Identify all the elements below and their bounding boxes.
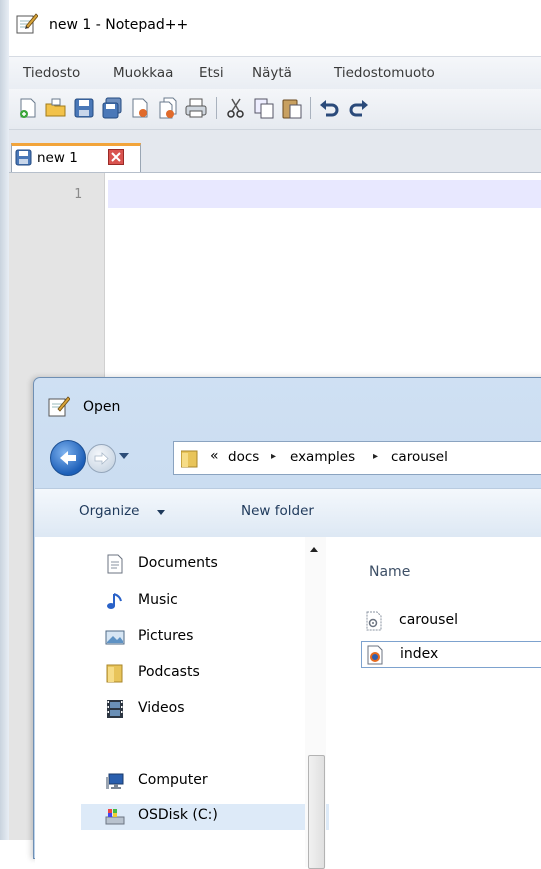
toolbar: [9, 89, 541, 130]
nav-item-label: Computer: [138, 772, 208, 788]
documents-icon: [107, 554, 123, 574]
nav-item-documents[interactable]: Documents: [105, 552, 315, 578]
nav-item-computer[interactable]: Computer: [105, 769, 315, 795]
cut-icon[interactable]: [224, 96, 248, 120]
nav-item-label: Pictures: [138, 628, 194, 644]
menu-tiedostomuoto[interactable]: Tiedostomuoto: [334, 65, 435, 81]
breadcrumb-examples[interactable]: examples: [290, 449, 355, 465]
menu-muokkaa[interactable]: Muokkaa: [113, 65, 173, 81]
toolbar-separator: [216, 97, 217, 119]
dialog-title: Open: [83, 399, 121, 415]
print-icon[interactable]: [184, 96, 208, 120]
folder-icon: [181, 450, 198, 468]
open-dialog: Open « docs ▸ examples ▸ carousel Organi…: [33, 377, 541, 869]
tab-close-icon[interactable]: [108, 149, 124, 165]
close-all-icon[interactable]: [156, 96, 180, 120]
forward-arrow-icon: [94, 452, 109, 465]
column-header-name[interactable]: Name: [369, 564, 410, 580]
saved-file-icon: [15, 149, 32, 166]
back-arrow-icon: [60, 451, 76, 465]
menu-nayta[interactable]: Näytä: [252, 65, 292, 81]
new-file-icon[interactable]: [16, 96, 40, 120]
menu-etsi[interactable]: Etsi: [199, 65, 224, 81]
navigation-scrollbar[interactable]: [305, 537, 326, 869]
html-file-icon: [367, 645, 383, 665]
breadcrumb-separator[interactable]: ▸: [373, 451, 378, 462]
scroll-up-arrow-icon[interactable]: [310, 547, 318, 552]
videos-icon: [107, 700, 123, 718]
redo-icon[interactable]: [346, 96, 370, 120]
command-bar: Organize New folder: [35, 488, 541, 538]
file-list: Name carousel index: [332, 537, 541, 867]
tab-new-1[interactable]: new 1: [11, 143, 141, 172]
window-edge: [0, 0, 9, 840]
nav-item-podcasts[interactable]: Podcasts: [105, 661, 315, 687]
back-button[interactable]: [50, 440, 86, 476]
address-bar[interactable]: « docs ▸ examples ▸ carousel: [173, 441, 541, 475]
nav-item-label: OSDisk (C:): [138, 807, 218, 823]
save-all-icon[interactable]: [100, 96, 124, 120]
line-number: 1: [74, 187, 82, 202]
nav-item-label: Videos: [138, 700, 185, 716]
file-name: carousel: [399, 612, 458, 628]
nav-item-videos[interactable]: Videos: [105, 697, 315, 723]
breadcrumb-separator[interactable]: ▸: [271, 451, 276, 462]
pictures-icon: [105, 630, 125, 645]
current-line-highlight: [108, 180, 541, 208]
breadcrumb-docs[interactable]: docs: [228, 449, 259, 465]
nav-item-pictures[interactable]: Pictures: [105, 625, 315, 651]
tab-bar: new 1: [9, 130, 541, 173]
notepad-app-icon: [48, 396, 70, 417]
breadcrumb-overflow[interactable]: «: [210, 448, 219, 464]
folder-icon: [106, 664, 123, 683]
tab-label: new 1: [37, 150, 78, 166]
organize-dropdown-icon[interactable]: [157, 510, 165, 515]
navigation-pane: Documents Music Pictures Podcasts Videos…: [35, 537, 333, 869]
forward-button[interactable]: [87, 444, 116, 473]
music-icon: [107, 593, 122, 609]
save-icon[interactable]: [72, 96, 96, 120]
nav-item-label: Documents: [138, 555, 218, 571]
nav-item-label: Music: [138, 592, 178, 608]
file-item-index[interactable]: index: [361, 641, 541, 668]
nav-item-osdisk[interactable]: OSDisk (C:): [81, 804, 329, 830]
nav-item-label: Podcasts: [138, 664, 200, 680]
window-title: new 1 - Notepad++: [49, 17, 189, 33]
drive-icon: [105, 809, 125, 825]
computer-icon: [106, 773, 124, 789]
settings-file-icon: [366, 611, 382, 631]
menu-tiedosto[interactable]: Tiedosto: [23, 65, 80, 81]
notepad-app-icon: [16, 13, 38, 34]
nav-item-music[interactable]: Music: [105, 589, 315, 615]
new-folder-button[interactable]: New folder: [241, 503, 314, 519]
recent-locations-dropdown[interactable]: [119, 453, 129, 459]
paste-icon[interactable]: [280, 96, 304, 120]
undo-icon[interactable]: [318, 96, 342, 120]
file-item-carousel[interactable]: carousel: [361, 608, 541, 635]
toolbar-separator: [310, 97, 311, 119]
close-icon[interactable]: [128, 96, 152, 120]
titlebar: new 1 - Notepad++: [9, 0, 541, 52]
open-file-icon[interactable]: [44, 96, 68, 120]
organize-button[interactable]: Organize: [79, 503, 139, 519]
file-name: index: [400, 646, 439, 662]
copy-icon[interactable]: [252, 96, 276, 120]
breadcrumb-carousel[interactable]: carousel: [391, 449, 448, 465]
menubar: Tiedosto Muokkaa Etsi Näytä Tiedostomuot…: [9, 56, 541, 90]
scrollbar-thumb[interactable]: [308, 755, 325, 869]
